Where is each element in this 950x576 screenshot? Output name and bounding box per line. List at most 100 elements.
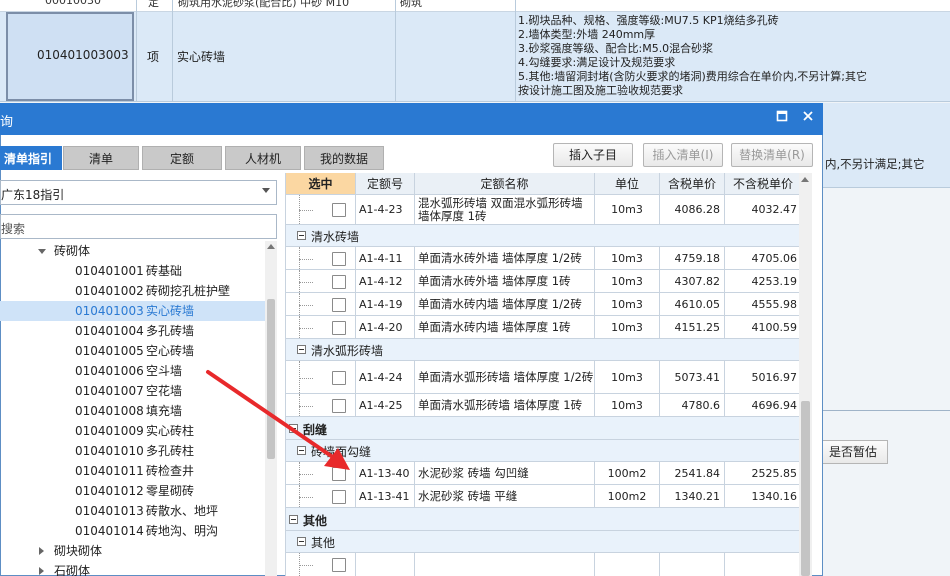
table-row[interactable]: A1-13-41 水泥砂浆 砖墙 平缝 100m2 1340.21 1340.16: [286, 485, 801, 508]
replace-list-button[interactable]: 替换清单(R): [731, 143, 813, 167]
price-notax-cell: 4100.59: [725, 316, 801, 338]
header-quota-name[interactable]: 定额名称: [415, 173, 595, 195]
quota-code-cell: A1-4-23: [356, 195, 415, 224]
grid-category-row[interactable]: 刮缝: [286, 417, 801, 440]
unit-cell: 10m3: [595, 195, 660, 224]
search-input[interactable]: 搜索: [0, 214, 277, 239]
tree-category[interactable]: 石砌体: [0, 561, 265, 576]
bg-row-description: 1.砌块品种、规格、强度等级:MU7.5 KP1烧结多孔砖 2.墙体类型:外墙 …: [518, 14, 867, 97]
header-select[interactable]: 选中: [286, 173, 356, 195]
grid-scroll-up-icon[interactable]: [801, 177, 809, 182]
grid-group-row[interactable]: 清水砖墙: [286, 225, 801, 247]
bg-row-name: 实心砖墙: [177, 50, 226, 64]
table-row[interactable]: [286, 553, 801, 576]
table-row[interactable]: A1-4-20 单面清水砖内墙 墙体厚度 1砖 10m3 4151.25 4100.59: [286, 316, 801, 339]
close-icon[interactable]: [799, 109, 817, 127]
tree-item-code: 010401007: [75, 384, 144, 398]
tree-item-code: 010401002: [75, 284, 144, 298]
row-checkbox[interactable]: [332, 298, 346, 312]
tree-item[interactable]: 010401003 实心砖墙: [0, 301, 265, 321]
maximize-icon[interactable]: [773, 109, 791, 127]
insert-child-button[interactable]: 插入子目: [553, 143, 633, 167]
select-cell: [286, 270, 356, 292]
bg-right-fragment: 内,不另计满足;其它: [825, 157, 925, 171]
collapse-icon[interactable]: [297, 537, 306, 546]
header-price-tax[interactable]: 含税单价: [660, 173, 725, 195]
quota-name-cell: 水泥砂浆 砖墙 平缝: [415, 485, 595, 507]
tree-item-name: 填充墙: [146, 404, 183, 418]
table-row[interactable]: A1-4-25 单面清水弧形砖墙 墙体厚度 1砖 10m3 4780.6 4696.94: [286, 394, 801, 417]
tab-my-data[interactable]: 我的数据: [304, 146, 384, 170]
tree-item[interactable]: 010401002 砖砌挖孔桩护壁: [0, 281, 265, 301]
expand-arrow-icon[interactable]: [38, 249, 46, 254]
tab-quota[interactable]: 定额: [142, 146, 222, 170]
price-notax-cell: 4555.98: [725, 293, 801, 315]
tab-labor-material-machine[interactable]: 人材机: [225, 146, 301, 170]
tree-item-code: 010401004: [75, 324, 144, 338]
tree-item[interactable]: 010401012 零星砌砖: [0, 481, 265, 501]
tree-item-code: 010401009: [75, 424, 144, 438]
tree-item[interactable]: 010401013 砖散水、地坪: [0, 501, 265, 521]
insert-list-button[interactable]: 插入清单(I): [643, 143, 723, 167]
group-label: 其他: [311, 536, 336, 550]
guide-library-select[interactable]: 广东18指引: [0, 180, 277, 205]
collapse-icon[interactable]: [297, 231, 306, 240]
row-checkbox[interactable]: [332, 321, 346, 335]
tree-category[interactable]: 砖砌体: [0, 241, 265, 261]
header-price-notax[interactable]: 不含税单价: [725, 173, 801, 195]
quota-code-cell: A1-13-40: [356, 462, 415, 484]
collapse-arrow-icon[interactable]: [39, 547, 44, 555]
tree-item-code: 010401005: [75, 344, 144, 358]
row-checkbox[interactable]: [332, 275, 346, 289]
row-checkbox[interactable]: [332, 203, 346, 217]
bg-cut-name: 砌筑用水泥砂浆(配合比) 中砂 M10: [178, 0, 350, 9]
quota-name-cell: 单面清水砖内墙 墙体厚度 1/2砖: [415, 293, 595, 315]
bg-row-unit: 项: [147, 50, 160, 64]
collapse-icon[interactable]: [289, 515, 298, 524]
table-row[interactable]: A1-4-11 单面清水砖外墙 墙体厚度 1/2砖 10m3 4759.18 4705.…: [286, 247, 801, 270]
tree-item[interactable]: 010401004 多孔砖墙: [0, 321, 265, 341]
price-tax-cell: 4307.82: [660, 270, 725, 292]
grid-category-row[interactable]: 其他: [286, 508, 801, 531]
unit-cell: 10m3: [595, 270, 660, 292]
row-checkbox[interactable]: [332, 558, 346, 572]
unit-cell: 10m3: [595, 293, 660, 315]
tab-list-guide[interactable]: 清单指引: [0, 146, 62, 170]
table-row[interactable]: A1-4-24 单面清水弧形砖墙 墙体厚度 1/2砖 10m3 5073.41 5016…: [286, 361, 801, 394]
price-tax-cell: 2541.84: [660, 462, 725, 484]
grid-group-row[interactable]: 其他: [286, 531, 801, 553]
grid-group-row[interactable]: 清水弧形砖墙: [286, 339, 801, 361]
tree-item[interactable]: 010401014 砖地沟、明沟: [0, 521, 265, 541]
bg-cut-unit: 砌筑: [400, 0, 422, 9]
bg-cut-type: 定: [148, 0, 159, 9]
scroll-up-icon[interactable]: [267, 244, 275, 249]
table-row[interactable]: A1-4-19 单面清水砖内墙 墙体厚度 1/2砖 10m3 4610.05 4555.…: [286, 293, 801, 316]
price-notax-cell: 4705.06: [725, 247, 801, 269]
tab-list[interactable]: 清单: [63, 146, 139, 170]
row-checkbox[interactable]: [332, 252, 346, 266]
grid-scroll-thumb[interactable]: [801, 401, 810, 576]
dialog-title-bar[interactable]: 询: [0, 103, 823, 135]
tree-item-code: 010401012: [75, 484, 144, 498]
row-checkbox[interactable]: [332, 490, 346, 504]
tree-category-label: 砖砌体: [54, 244, 91, 258]
price-notax-cell: 4253.19: [725, 270, 801, 292]
collapse-icon[interactable]: [297, 345, 306, 354]
header-unit[interactable]: 单位: [595, 173, 660, 195]
grid-group-row[interactable]: 砖墙面勾缝: [286, 440, 801, 462]
header-quota-code[interactable]: 定额号: [356, 173, 415, 195]
grid-scrollbar[interactable]: [799, 173, 812, 576]
is-provisional-button[interactable]: 是否暂估: [818, 440, 888, 464]
price-notax-cell: 4032.47: [725, 195, 801, 224]
tree-item[interactable]: 010401005 空心砖墙: [0, 341, 265, 361]
tree-item[interactable]: 010401001 砖基础: [0, 261, 265, 281]
tree-category[interactable]: 砌块砌体: [0, 541, 265, 561]
select-cell: [286, 316, 356, 338]
table-row[interactable]: A1-13-40 水泥砂浆 砖墙 勾凹缝 100m2 2541.84 2525.85: [286, 462, 801, 485]
group-label: 清水砖墙: [311, 230, 360, 244]
tree-item-name: 砖检查井: [146, 464, 195, 478]
collapse-arrow-icon[interactable]: [39, 567, 44, 575]
table-row[interactable]: A1-4-12 单面清水砖外墙 墙体厚度 1砖 10m3 4307.82 4253.19: [286, 270, 801, 293]
tree-item-name: 砖地沟、明沟: [146, 524, 219, 538]
table-row[interactable]: A1-4-23 混水弧形砖墙 双面混水弧形砖墙 墙体厚度 1砖 10m3 4086.2…: [286, 195, 801, 225]
